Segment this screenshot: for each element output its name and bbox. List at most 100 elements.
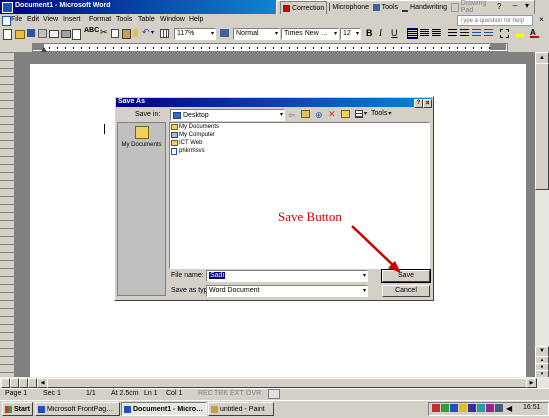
task-word-label: Document1 - Microsof... — [133, 405, 205, 413]
save-as-type-select[interactable]: Word Document ▾ — [206, 285, 368, 297]
increase-indent-icon[interactable] — [484, 29, 493, 36]
menu-file[interactable]: File — [11, 16, 22, 23]
menu-tools[interactable]: Tools — [116, 16, 132, 23]
lang-drawing-pad-button[interactable]: Drawing Pad — [449, 0, 493, 14]
insert-table-icon[interactable] — [160, 29, 169, 38]
search-web-icon[interactable]: ⊕ — [315, 110, 323, 121]
outline-view-button[interactable] — [28, 378, 37, 388]
status-ext[interactable]: EXT — [230, 390, 244, 397]
task-frontpage[interactable]: Microsoft FrontPage - E:\... — [35, 402, 120, 416]
font-color-icon[interactable]: A — [530, 28, 539, 38]
scroll-right-button[interactable]: ▶ — [526, 378, 537, 388]
font-select[interactable]: Times New Roman ▾ — [281, 28, 339, 40]
status-ovr[interactable]: OVR — [246, 390, 261, 397]
undo-dropdown-icon[interactable]: ▾ — [151, 29, 160, 38]
status-trk[interactable]: TRK — [214, 390, 228, 397]
vertical-ruler — [0, 52, 14, 377]
bold-icon[interactable]: B — [366, 28, 375, 38]
menu-window[interactable]: Window — [160, 16, 185, 23]
save-in-select[interactable]: Desktop ▾ — [170, 109, 285, 121]
list-item-label: phkrmsvs — [179, 148, 205, 154]
lang-close-button[interactable]: ▾ — [522, 1, 532, 12]
task-paint[interactable]: untitled - Paint — [208, 402, 274, 416]
views-icon[interactable] — [355, 110, 363, 118]
tray-icon-6[interactable] — [477, 404, 485, 412]
border-icon[interactable] — [500, 29, 509, 38]
volume-icon[interactable]: ◀ — [506, 404, 512, 413]
lang-help-icon[interactable]: ? — [497, 2, 505, 12]
email-icon[interactable] — [49, 30, 59, 38]
status-section: Sec 1 — [43, 390, 61, 397]
menu-format[interactable]: Format — [89, 16, 111, 23]
undo-icon[interactable]: ↶ — [142, 27, 151, 37]
status-rec[interactable]: REC — [198, 390, 213, 397]
print-view-button[interactable] — [19, 378, 28, 388]
format-painter-icon[interactable] — [133, 29, 138, 37]
dialog-close-button[interactable]: × — [423, 99, 432, 108]
scroll-thumb[interactable] — [535, 63, 549, 190]
lang-microphone-button[interactable]: Microphone — [327, 1, 369, 13]
align-left-icon[interactable] — [407, 28, 418, 39]
menu-insert[interactable]: Insert — [63, 16, 81, 23]
font-size-select[interactable]: 12 ▾ — [340, 28, 361, 40]
spelling-icon[interactable]: ABC — [84, 27, 99, 36]
menu-help[interactable]: Help — [189, 16, 203, 23]
places-my-documents[interactable]: My Documents — [117, 126, 166, 154]
reading-mode-icon[interactable] — [220, 29, 229, 37]
help-question-input[interactable] — [457, 15, 533, 26]
new-folder-icon[interactable] — [341, 110, 350, 118]
font-size-dropdown-icon: ▾ — [355, 31, 359, 37]
tools-menu[interactable]: Tools ▾ — [371, 110, 391, 117]
dialog-help-button[interactable]: ? — [414, 99, 423, 108]
numbering-icon[interactable] — [448, 29, 457, 36]
back-icon[interactable]: ⇦ — [288, 110, 296, 121]
bullets-icon[interactable] — [460, 29, 469, 36]
hscroll-thumb[interactable] — [47, 378, 527, 388]
lang-tools-button[interactable]: Tools — [371, 1, 398, 13]
paste-icon[interactable] — [122, 29, 131, 39]
menu-view[interactable]: View — [43, 16, 58, 23]
align-right-icon[interactable] — [432, 29, 441, 36]
cancel-button[interactable]: Cancel — [382, 285, 430, 297]
style-select[interactable]: Normal ▾ — [233, 28, 280, 40]
tray-icon-7[interactable] — [486, 404, 494, 412]
tray-icon-8[interactable] — [495, 404, 503, 412]
italic-icon[interactable]: I — [379, 28, 388, 38]
lang-minimize-button[interactable]: – — [510, 1, 520, 12]
save-icon[interactable] — [27, 29, 35, 37]
open-icon[interactable] — [15, 30, 25, 39]
lang-correction-button[interactable]: Correction — [280, 1, 327, 15]
start-button[interactable]: Start — [2, 402, 33, 416]
tray-icon-5[interactable] — [468, 404, 476, 412]
underline-icon[interactable]: U — [391, 28, 400, 38]
menu-edit[interactable]: Edit — [27, 16, 39, 23]
list-item[interactable]: My Documents — [171, 123, 219, 131]
cut-icon[interactable]: ✂ — [100, 27, 109, 37]
permission-icon[interactable] — [38, 29, 47, 38]
list-item[interactable]: phkrmsvs — [171, 147, 205, 155]
web-view-button[interactable] — [10, 378, 19, 388]
copy-icon[interactable] — [111, 29, 119, 38]
delete-icon[interactable]: ✕ — [328, 109, 336, 120]
align-center-icon[interactable] — [420, 29, 429, 36]
spelling-status-icon[interactable] — [268, 389, 280, 399]
print-icon[interactable] — [61, 30, 71, 38]
highlight-icon[interactable] — [516, 34, 524, 37]
tray-icon-4[interactable] — [459, 404, 467, 412]
decrease-indent-icon[interactable] — [472, 29, 481, 36]
lang-handwriting-button[interactable]: Handwriting — [400, 1, 447, 13]
menu-table[interactable]: Table — [138, 16, 155, 23]
zoom-select[interactable]: 117% ▾ — [174, 28, 216, 40]
list-item[interactable]: ICT Web — [171, 139, 202, 147]
doc-close-button[interactable]: × — [537, 15, 546, 24]
list-item[interactable]: My Computer — [171, 131, 215, 139]
tray-icon-2[interactable] — [441, 404, 449, 412]
views-dropdown-icon[interactable]: ▾ — [364, 110, 367, 117]
print-preview-icon[interactable] — [72, 29, 81, 40]
tray-icon-3[interactable] — [450, 404, 458, 412]
normal-view-button[interactable] — [1, 378, 10, 388]
new-icon[interactable] — [3, 29, 12, 40]
tray-icon-1[interactable] — [432, 404, 440, 412]
task-word[interactable]: Document1 - Microsof... — [121, 402, 207, 416]
up-folder-icon[interactable] — [301, 110, 310, 118]
